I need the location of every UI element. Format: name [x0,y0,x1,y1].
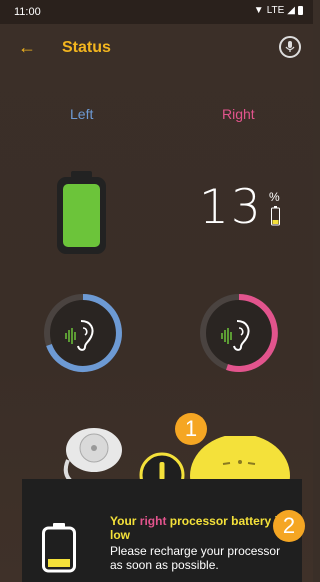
toast-title-side: right [139,514,167,528]
back-arrow-icon[interactable]: ← [18,38,36,56]
right-processor-ring[interactable] [197,291,281,375]
page-title: Status [62,39,111,56]
low-battery-mini-icon [271,206,280,226]
system-icons: ▼ LTE ◢ [254,5,303,16]
left-processor-image [63,428,122,484]
callout-marker-1: 1 [175,413,207,445]
wifi-icon: ▼ [253,5,264,16]
toast-message: Please recharge your processor as soon a… [110,544,281,572]
left-side-label: Left [70,106,94,122]
callout-marker-2: 2 [273,510,305,542]
percent-sign: % [269,190,280,204]
network-label: LTE [266,5,285,16]
battery-icon [298,6,303,15]
toast-title-pre: Your [110,514,140,528]
low-battery-toast[interactable]: Your right processor battery is low Plea… [22,479,302,582]
right-side-label: Right [222,106,255,122]
mic-icon[interactable] [279,36,301,58]
left-battery-full-icon [57,171,106,254]
toast-title: Your right processor battery is low [110,514,290,542]
system-status-bar: 11:00 ▼ LTE ◢ [0,0,313,24]
right-battery-percent: 13 [199,180,263,235]
app-bar: ← Status [0,24,313,74]
left-processor-ring[interactable] [41,291,125,375]
clock: 11:00 [14,6,41,18]
signal-icon: ◢ [287,5,295,16]
low-battery-icon [42,523,76,573]
status-screen: 11:00 ▼ LTE ◢ ← Status Left Right 13 % 1… [0,0,313,582]
